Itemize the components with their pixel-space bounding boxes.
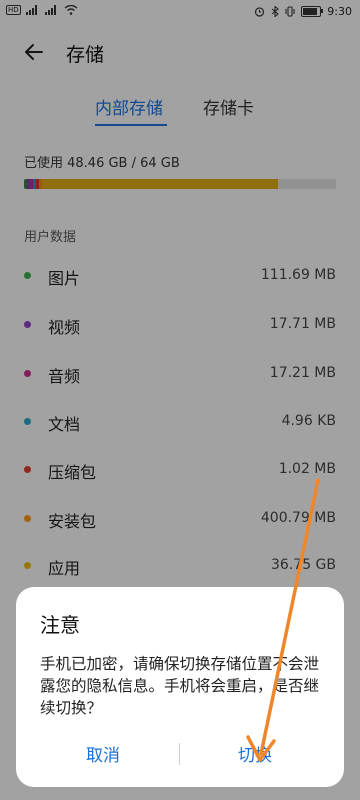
dialog-message: 手机已加密，请确保切换存储位置不会泄露您的隐私信息。手机将会重启，是否继续切换？ (40, 655, 320, 717)
switch-button[interactable]: 切换 (238, 741, 272, 766)
switch-storage-dialog: 注意 手机已加密，请确保切换存储位置不会泄露您的隐私信息。手机将会重启，是否继续… (16, 587, 344, 787)
button-divider (179, 743, 180, 765)
dialog-title: 注意 (40, 613, 80, 637)
cancel-button[interactable]: 取消 (86, 741, 120, 766)
